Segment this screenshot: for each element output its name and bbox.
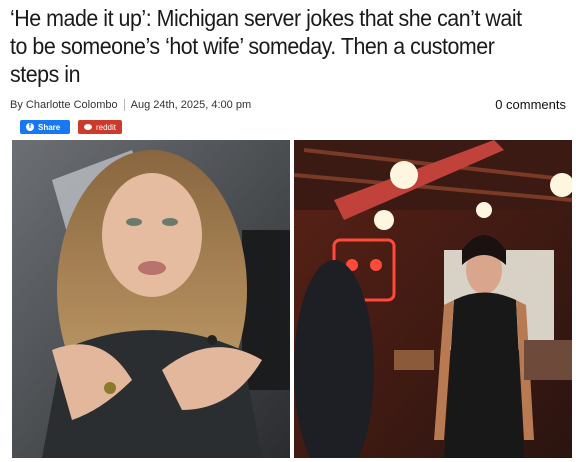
facebook-share-button[interactable]: f Share [20, 120, 70, 134]
article-headline: ‘He made it up’: Michigan server jokes t… [10, 5, 522, 87]
share-buttons: f Share reddit [20, 120, 122, 134]
author-link[interactable]: Charlotte Colombo [26, 97, 118, 113]
byline: By Charlotte Colombo Aug 24th, 2025, 4:0… [10, 97, 566, 113]
byline-prefix: By [10, 99, 23, 111]
publish-date: Aug 24th, 2025, 4:00 pm [130, 99, 252, 111]
byline-divider [123, 99, 125, 111]
comments-link[interactable]: 0 comments [495, 97, 566, 113]
reddit-share-button[interactable]: reddit [78, 120, 122, 134]
facebook-share-label: Share [38, 122, 61, 132]
facebook-icon: f [26, 123, 34, 131]
reddit-share-label: reddit [95, 122, 116, 132]
reddit-icon [84, 124, 92, 130]
server-in-restaurant-photo [294, 140, 572, 458]
woman-in-car-photo [12, 140, 290, 458]
